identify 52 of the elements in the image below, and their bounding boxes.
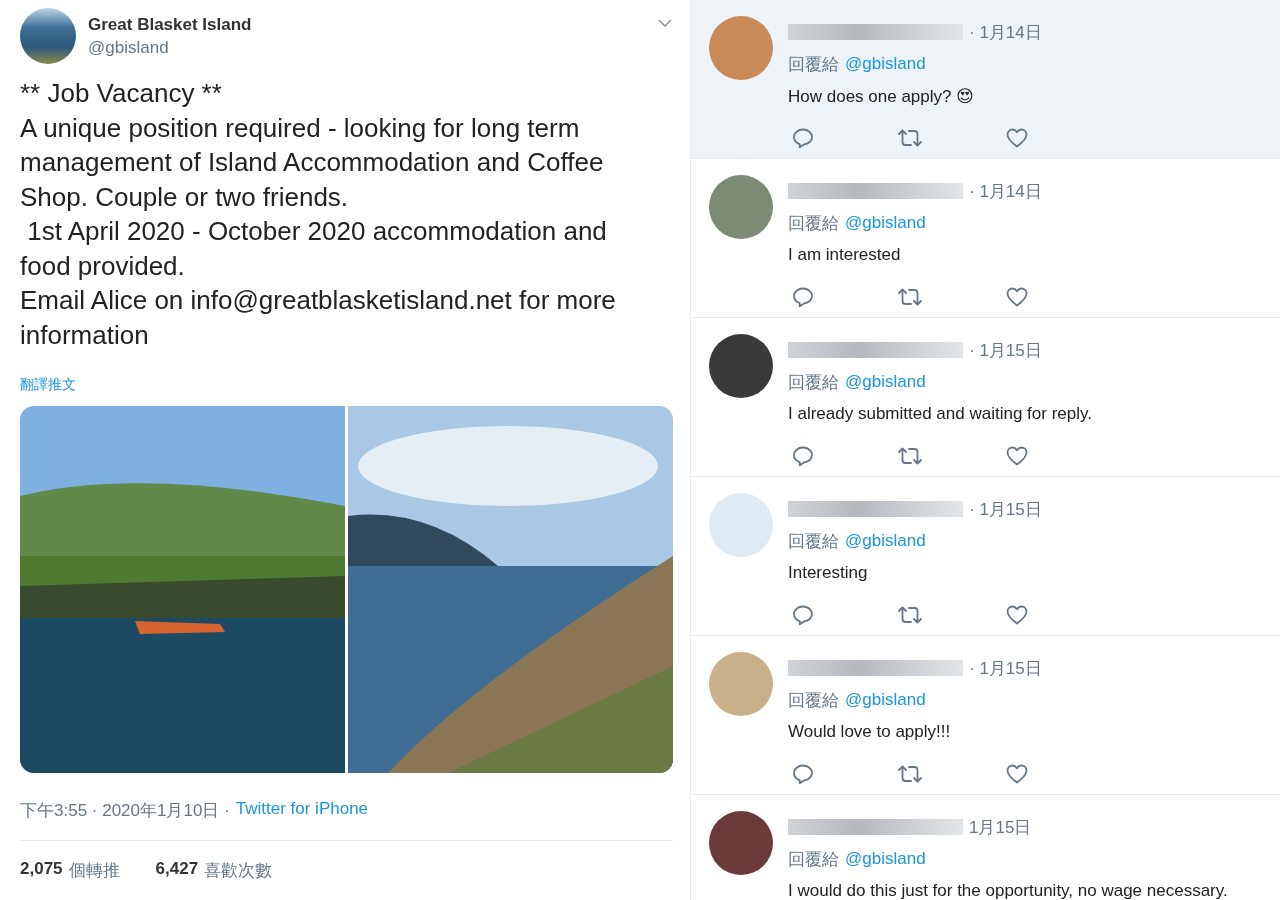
heart-icon[interactable] [1005,444,1029,468]
reply-to-label: 回覆給 [788,53,839,76]
reply-date[interactable]: 1月15日 [969,815,1032,839]
tweet-text: Email Alice on info@greatblasketisland.net for more information [20,284,617,352]
reply-to-label: 回覆給 [788,689,839,712]
author-handle[interactable]: @gbisland [88,38,645,58]
tweet-text: ** Job Vacancy ** [20,77,223,110]
mention-link[interactable]: @gbisland [845,213,926,233]
reply-text: I already submitted and waiting for reply. [788,404,1092,424]
profile-avatar[interactable] [20,8,76,64]
reply-icon[interactable] [791,444,815,468]
reply-card[interactable]: · 1月14日 回覆給 @gbisland How does one apply? 😍 [691,0,1280,159]
stat-count[interactable]: 2,075 [20,859,63,882]
heart-icon[interactable] [1005,603,1029,627]
mention-link[interactable]: @gbisland [845,372,926,392]
translate-link[interactable]: 翻譯推文 [20,376,76,394]
reply-to-label: 回覆給 [788,530,839,553]
reply-icon[interactable] [791,126,815,150]
reply-icon[interactable] [791,603,815,627]
reply-date[interactable]: · 1月14日 [969,179,1042,203]
heart-icon[interactable] [1005,126,1029,150]
stat-label[interactable]: 個轉推 [68,859,120,882]
reply-to-label: 回覆給 [788,371,839,394]
reply-to-label: 回覆給 [788,212,839,235]
reply-icon[interactable] [791,285,815,309]
reply-text: How does one apply? 😍 [788,85,974,107]
reply-to-label: 回覆給 [788,848,839,871]
tweet-text: A unique position required - looking for long term management of Island Accommodation and Coffee Shop. Couple or two friends. [20,111,605,214]
landscape-photo[interactable] [348,406,673,773]
reply-date[interactable]: · 1月15日 [969,656,1042,680]
chevron-down-icon[interactable] [657,18,673,28]
tweet-text: 1st April 2020 - October 2020 accommodation and food provided. [20,215,608,283]
heart-icon[interactable] [1005,762,1029,786]
reply-text: Would love to apply!!! [788,722,951,742]
reply-date[interactable]: · 1月15日 [969,497,1042,521]
reply-text: I would do this just for the opportunity, no wage necessary. [788,881,1228,900]
reply-text: Interesting [788,563,868,583]
mention-link[interactable]: @gbisland [845,54,926,74]
mention-link[interactable]: @gbisland [845,531,926,551]
stat-count[interactable]: 6,427 [155,859,199,882]
reply-icon[interactable] [791,762,815,786]
stat-label[interactable]: 喜歡次數 [204,859,273,882]
mention-link[interactable]: @gbisland [845,690,926,710]
mention-link[interactable]: @gbisland [845,849,926,869]
timestamp: 下午3:55 · 2020年1月10日 · [20,800,230,822]
author-name[interactable]: Great Blasket Island [88,15,645,35]
landscape-photo[interactable] [20,406,345,773]
source-link[interactable]: Twitter for iPhone [235,799,369,822]
reply-text: I am interested [788,245,901,265]
heart-icon[interactable] [1005,285,1029,309]
reply-date[interactable]: · 1月15日 [969,338,1042,362]
reply-date[interactable]: · 1月14日 [969,20,1042,44]
